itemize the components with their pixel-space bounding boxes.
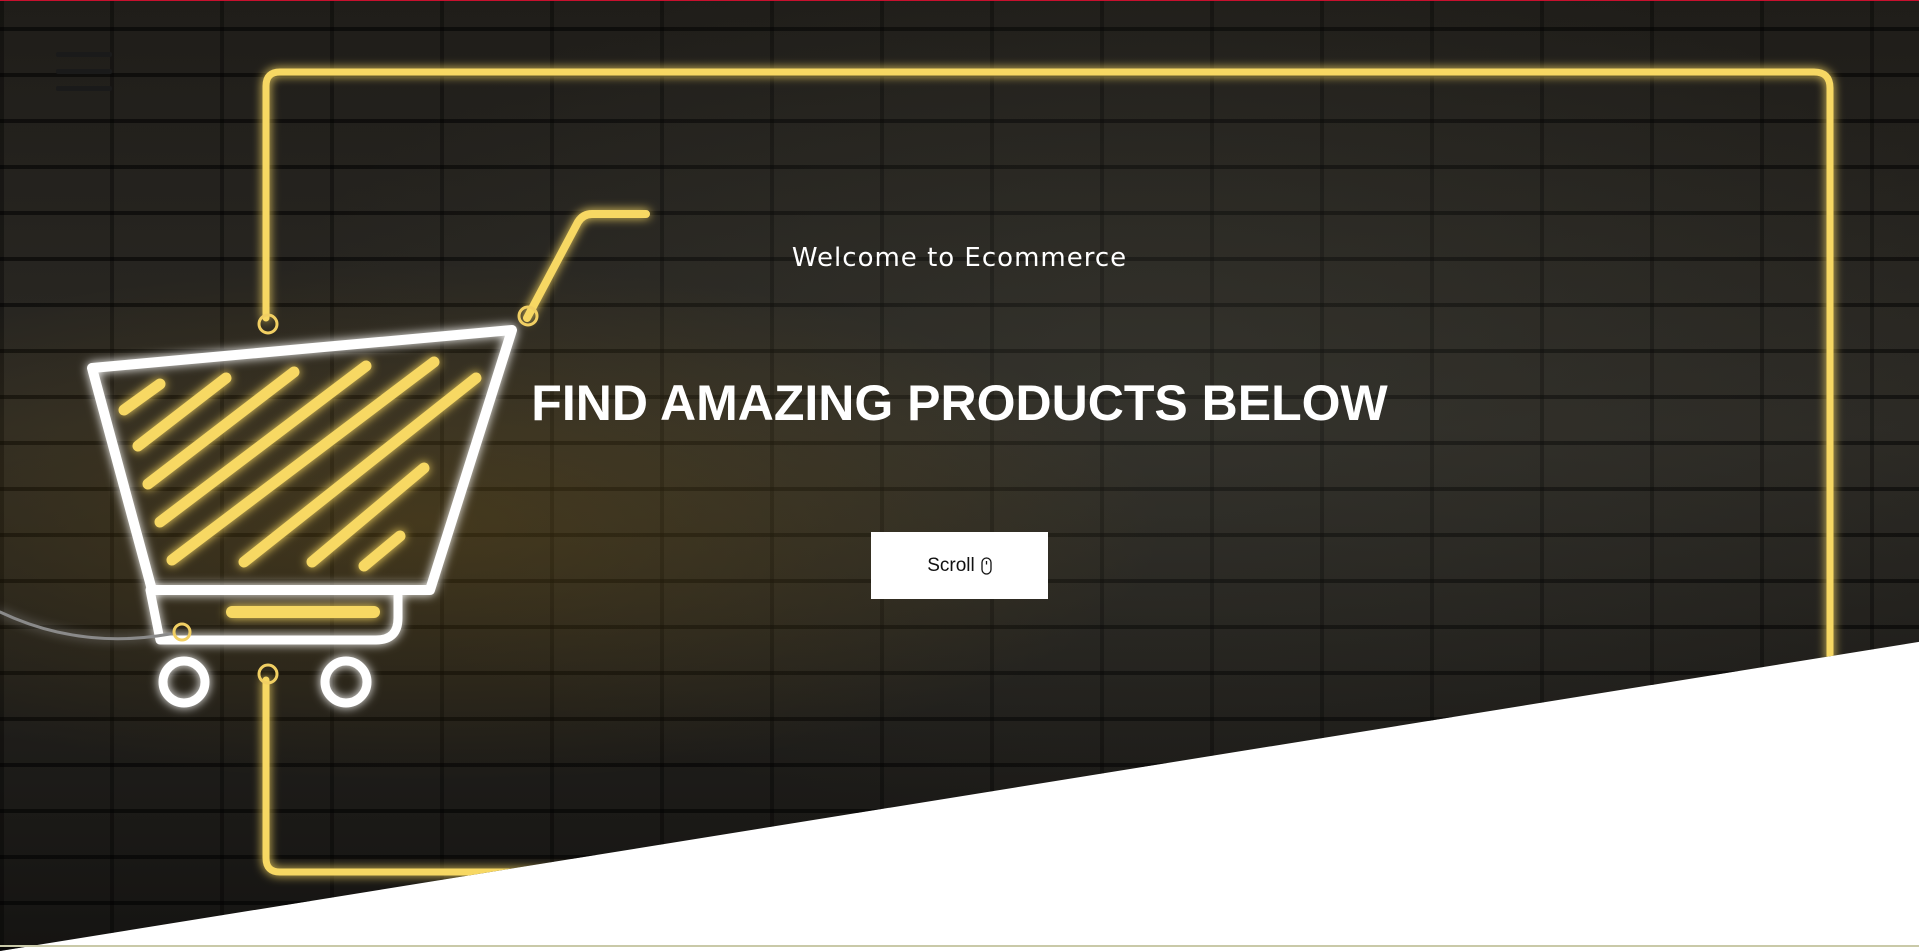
top-edge-line [0,0,1919,1]
menu-bar [56,86,112,91]
neon-cart-wheel-right [325,661,367,703]
menu-bar [56,52,112,57]
menu-bar [56,69,112,74]
neon-cord [0,612,170,639]
neon-frame-bottom [266,680,620,872]
section-divider [0,945,1919,947]
menu-hamburger-icon[interactable] [56,52,112,104]
neon-cart-illustration [0,0,1919,951]
hero-welcome-text: Welcome to Ecommerce [791,243,1128,273]
scroll-button[interactable]: Scroll [871,532,1048,599]
page: Welcome to Ecommerce FIND AMAZING PRODUC… [0,0,1919,951]
mouse-icon [981,556,992,575]
hero-headline: FIND AMAZING PRODUCTS BELOW [531,375,1388,431]
neon-cart-wheel-left [163,661,205,703]
scroll-button-label: Scroll [927,554,975,576]
